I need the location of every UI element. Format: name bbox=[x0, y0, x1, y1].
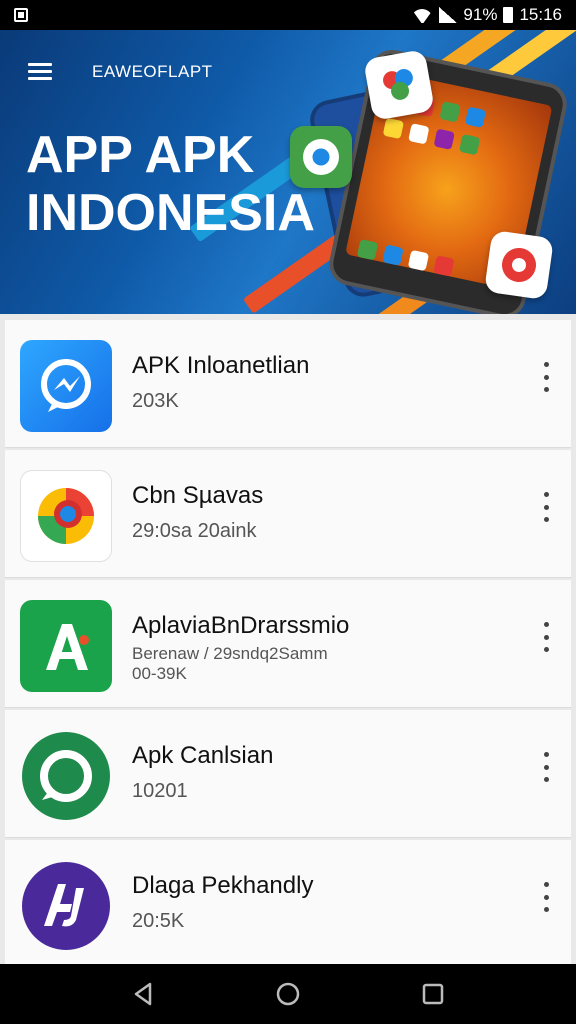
banner-title: APP APK INDONESIA bbox=[26, 126, 315, 242]
app-name: APK Inloanetlian bbox=[132, 352, 310, 379]
notification-icon bbox=[14, 8, 28, 22]
battery-percent: 91% bbox=[463, 5, 498, 24]
more-options-icon[interactable] bbox=[541, 882, 551, 912]
list-item[interactable]: Dlaga Pekhandly 20:5K bbox=[5, 840, 571, 964]
banner-label: EAWEOFLAPT bbox=[92, 62, 213, 81]
wifi-icon bbox=[411, 7, 433, 23]
app-name: Apk Canlsian bbox=[132, 742, 274, 769]
app-meta-line: 00-39K bbox=[132, 664, 187, 683]
app-name: Dlaga Pekhandly bbox=[132, 872, 314, 899]
list-item[interactable]: Cbn Sµavas 29:0sa 20aink bbox=[5, 450, 571, 578]
status-bar: 91% 15:16 bbox=[0, 0, 576, 30]
clock: 15:16 bbox=[519, 5, 562, 24]
messenger-icon bbox=[20, 340, 112, 432]
signal-icon bbox=[439, 7, 458, 23]
home-icon[interactable] bbox=[268, 974, 308, 1014]
chat-bubble-icon bbox=[20, 730, 112, 822]
battery-icon bbox=[503, 7, 514, 23]
app-name: Cbn Sµavas bbox=[132, 482, 264, 509]
app-meta-line: Berenaw / 29sndq2Samm bbox=[132, 644, 328, 663]
back-icon[interactable] bbox=[123, 974, 163, 1014]
list-item[interactable]: APK Inloanetlian 203K bbox=[5, 320, 571, 448]
more-options-icon[interactable] bbox=[541, 752, 551, 782]
app-meta: 20:5K bbox=[132, 910, 185, 932]
app-meta: 29:0sa 20aink bbox=[132, 520, 257, 542]
photos-app-icon bbox=[363, 49, 435, 121]
list-item[interactable]: AplaviaBnDrarssmio Berenaw / 29sndq2Samm… bbox=[5, 580, 571, 708]
red-app-icon bbox=[483, 229, 555, 301]
list-item[interactable]: Apk Canlsian 10201 bbox=[5, 710, 571, 838]
more-options-icon[interactable] bbox=[541, 622, 551, 652]
header-banner: EAWEOFLAPT APP APK INDONESIA bbox=[0, 30, 576, 314]
app-meta: Berenaw / 29sndq2Samm 00-39K bbox=[132, 644, 328, 684]
more-options-icon[interactable] bbox=[541, 492, 551, 522]
navigation-bar bbox=[0, 964, 576, 1024]
app-meta: 203K bbox=[132, 390, 179, 412]
more-options-icon[interactable] bbox=[541, 362, 551, 392]
app-list: APK Inloanetlian 203K Cbn Sµavas 29:0sa … bbox=[0, 314, 576, 964]
aj-logo-icon bbox=[20, 860, 112, 952]
hamburger-menu-icon[interactable] bbox=[28, 63, 52, 81]
recents-icon[interactable] bbox=[413, 974, 453, 1014]
a-letter-icon bbox=[20, 600, 112, 692]
chrome-icon bbox=[20, 470, 112, 562]
app-name: AplaviaBnDrarssmio bbox=[132, 612, 350, 639]
app-meta: 10201 bbox=[132, 780, 188, 802]
